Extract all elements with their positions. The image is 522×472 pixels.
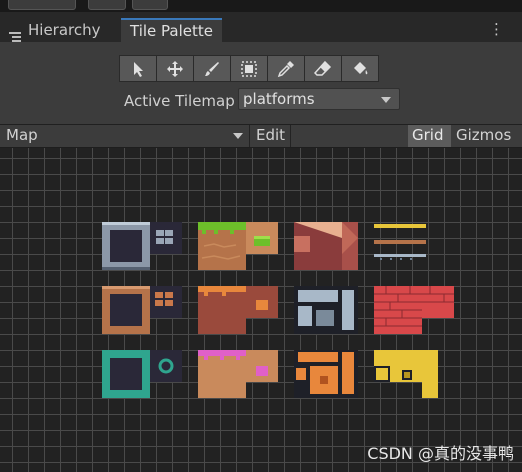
fill-tool-button[interactable] xyxy=(341,55,379,82)
teal-frame-tile[interactable] xyxy=(102,350,150,398)
collab-button[interactable] xyxy=(132,0,168,10)
picker-icon xyxy=(277,60,294,77)
tab-hierarchy[interactable]: Hierarchy xyxy=(0,18,120,42)
palette-dropdown[interactable]: Map xyxy=(0,125,250,147)
move-icon xyxy=(167,60,183,77)
tab-tile-palette[interactable]: Tile Palette xyxy=(121,18,222,42)
teal-gear-tile[interactable] xyxy=(150,350,182,382)
box-fill-icon xyxy=(241,60,257,77)
orange-block-tile[interactable] xyxy=(294,350,358,398)
wood-blocks-tile[interactable] xyxy=(150,286,182,318)
select-tool-button[interactable] xyxy=(119,55,157,82)
tool-strip xyxy=(119,55,379,82)
tile-sprites xyxy=(102,222,454,398)
more-menu-icon[interactable]: ⋮ xyxy=(489,20,504,38)
edit-button[interactable]: Edit xyxy=(251,125,291,147)
tab-hierarchy-label: Hierarchy xyxy=(28,21,101,39)
edit-button-label: Edit xyxy=(256,126,286,144)
active-tilemap-value: platforms xyxy=(243,90,315,108)
tool-panel: Active Tilemap platforms xyxy=(0,42,522,125)
active-tilemap-label: Active Tilemap xyxy=(124,92,235,110)
chevron-down-icon xyxy=(233,133,243,139)
grass-platform-tile[interactable] xyxy=(198,222,246,270)
active-tilemap-dropdown[interactable]: platforms xyxy=(238,88,400,110)
select-icon xyxy=(134,61,143,77)
gizmos-toggle[interactable]: Gizmos xyxy=(452,125,522,147)
gold-block-tile[interactable] xyxy=(374,350,438,398)
eraser-icon xyxy=(314,60,332,76)
palette-toolbar: Map Edit Grid Gizmos xyxy=(0,125,522,148)
pink-platform-tile[interactable] xyxy=(198,350,246,398)
wood-frame-tile[interactable] xyxy=(102,286,150,334)
editor-toolbar xyxy=(0,0,522,12)
orange-small-tile[interactable] xyxy=(246,286,278,318)
move-tool-button[interactable] xyxy=(156,55,194,82)
tab-bar: Hierarchy Tile Palette xyxy=(0,18,522,42)
steel-plate-tile[interactable] xyxy=(294,286,358,334)
bridge-tile[interactable] xyxy=(374,224,426,260)
account-dropdown[interactable] xyxy=(8,0,76,10)
stone-frame-tile[interactable] xyxy=(102,222,150,270)
flood-fill-icon xyxy=(354,61,368,74)
grid-toggle-label: Grid xyxy=(412,126,444,144)
gizmos-toggle-label: Gizmos xyxy=(456,126,512,144)
picker-tool-button[interactable] xyxy=(267,55,305,82)
palette-dropdown-value: Map xyxy=(6,126,38,144)
list-icon xyxy=(9,25,21,42)
pink-small-tile[interactable] xyxy=(246,350,278,382)
paint-brush-icon xyxy=(205,61,219,76)
stone-blocks-tile[interactable] xyxy=(150,222,182,254)
brush-tool-button[interactable] xyxy=(193,55,231,82)
orange-platform-tile[interactable] xyxy=(198,286,246,334)
grid-toggle[interactable]: Grid xyxy=(408,125,451,147)
chevron-down-icon xyxy=(381,97,391,103)
box-fill-tool-button[interactable] xyxy=(230,55,268,82)
grass-small-tile[interactable] xyxy=(246,222,278,254)
red-brick-tile[interactable] xyxy=(374,286,454,334)
palette-grid[interactable]: CSDN @真的没事鸭 xyxy=(0,148,522,472)
brown-slope-tile[interactable] xyxy=(294,222,358,270)
eraser-tool-button[interactable] xyxy=(304,55,342,82)
tab-tile-palette-label: Tile Palette xyxy=(130,22,213,40)
cloud-button[interactable] xyxy=(88,0,126,10)
watermark: CSDN @真的没事鸭 xyxy=(367,444,514,463)
